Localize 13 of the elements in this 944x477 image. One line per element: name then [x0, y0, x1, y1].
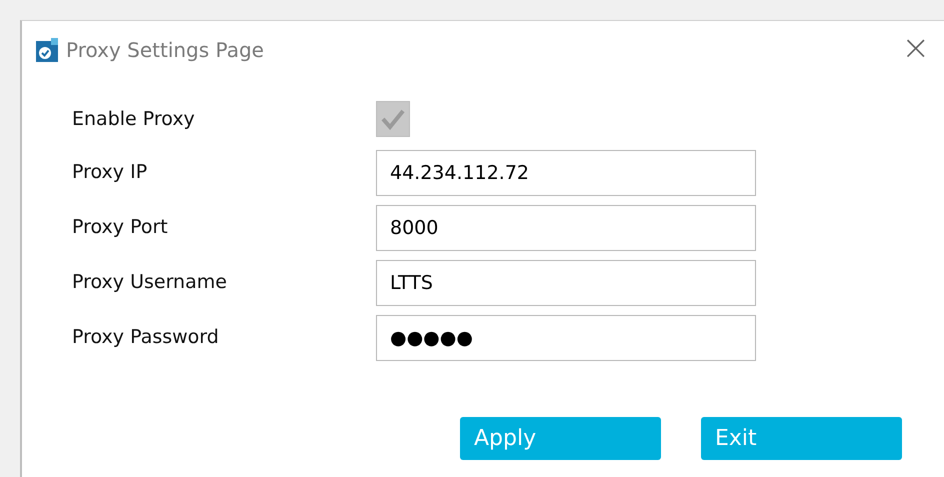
- text-field[interactable]: LTTS: [376, 260, 756, 306]
- text-field[interactable]: 8000: [376, 204, 756, 250]
- field-label: Proxy Username: [72, 270, 228, 296]
- app-icon: [36, 38, 58, 62]
- window-title: Proxy Settings Page: [66, 37, 264, 64]
- text-field[interactable]: ●●●●●: [376, 314, 756, 360]
- check-icon: [380, 107, 406, 131]
- text-field[interactable]: 44.234.112.72: [376, 150, 756, 196]
- field-label: Enable Proxy: [72, 106, 196, 132]
- field-label: Proxy IP: [72, 160, 148, 186]
- close-button[interactable]: ×: [898, 31, 934, 65]
- field-label: Proxy Password: [72, 325, 220, 350]
- field-label: Proxy Port: [72, 215, 169, 240]
